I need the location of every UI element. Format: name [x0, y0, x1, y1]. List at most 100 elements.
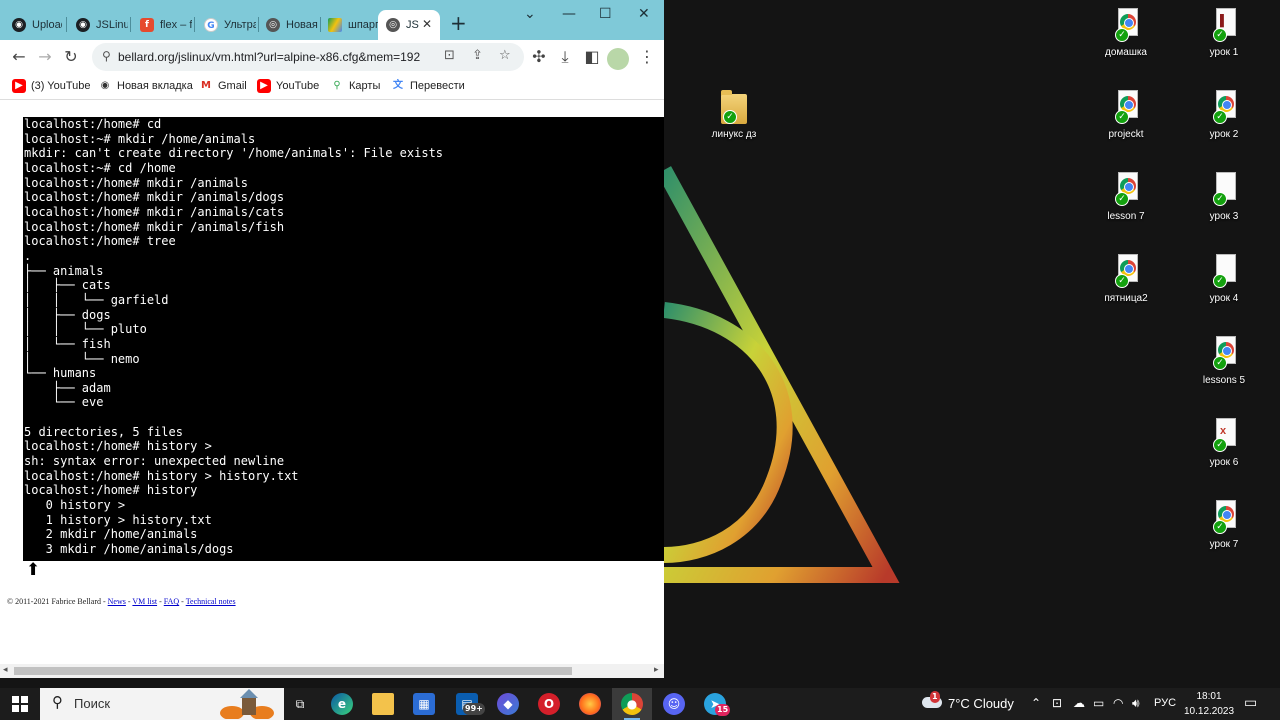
doc-icon: ▌ ✓ — [1209, 8, 1239, 44]
desktop-icon-urok-6[interactable]: x ✓ урок 6 — [1179, 418, 1269, 468]
tab-upload[interactable]: ◉ Upload — [4, 10, 62, 40]
tab-jslinux[interactable]: ◉ JSLinux — [68, 10, 128, 40]
chrome-doc-icon: ✓ — [1209, 90, 1239, 126]
close-window-button[interactable]: ✕ — [638, 6, 650, 22]
taskbar-search[interactable]: ⚲ Поиск — [40, 688, 284, 720]
meet-icon[interactable]: ⊡ — [1052, 696, 1062, 710]
reload-icon[interactable]: ↻ — [60, 46, 82, 68]
bookmark-youtube-3[interactable]: ▶ (3) YouTube — [12, 79, 91, 93]
horizontal-scrollbar[interactable]: ◂ ▸ — [0, 664, 664, 678]
taskbar-store[interactable]: ▦ — [404, 688, 444, 720]
menu-kebab-icon[interactable]: ⋮ — [636, 46, 658, 68]
chrome-doc-icon: ✓ — [1111, 254, 1141, 290]
scroll-right-icon[interactable]: ▸ — [654, 665, 659, 675]
desktop-icon-domashka[interactable]: ✓ домашка — [1081, 8, 1171, 58]
bookmark-label: Карты — [349, 80, 381, 92]
discord-icon: ☺ — [663, 693, 685, 715]
desktop-icon-urok-4[interactable]: ✓ урок 4 — [1179, 254, 1269, 304]
bookmark-star-icon[interactable]: ☆ — [499, 48, 511, 63]
weather-widget[interactable]: 7°C Cloudy 1 — [922, 691, 1014, 711]
bookmark-new-tab[interactable]: ◉ Новая вкладка — [98, 79, 193, 93]
desktop-icon-linux-dz[interactable]: ✓ линукс дз — [689, 90, 779, 140]
chrome-doc-icon: ✓ — [1111, 8, 1141, 44]
notification-badge: 99+ — [463, 703, 485, 715]
minimize-button[interactable]: — — [562, 6, 576, 22]
forward-arrow-icon[interactable]: → — [34, 46, 56, 68]
tab-flex[interactable]: f flex – f — [132, 10, 192, 40]
terminal-line: . — [24, 248, 32, 263]
github-icon: ◉ — [76, 18, 90, 32]
scroll-left-icon[interactable]: ◂ — [3, 665, 8, 675]
desktop-icon-urok-7[interactable]: ✓ урок 7 — [1179, 500, 1269, 550]
faq-link[interactable]: FAQ — [164, 597, 179, 606]
profile-avatar[interactable] — [607, 48, 629, 70]
terminal-line: localhost:/home# mkdir /animals — [24, 175, 248, 190]
bookmark-label: (3) YouTube — [31, 80, 91, 92]
tab-ultra[interactable]: G Ультра — [196, 10, 256, 40]
desktop-icon-projeckt[interactable]: ✓ projeckt — [1081, 90, 1171, 140]
vm-list-link[interactable]: VM list — [132, 597, 157, 606]
back-arrow-icon[interactable]: ← — [8, 46, 30, 68]
close-tab-icon[interactable]: ✕ — [422, 17, 432, 31]
windows-start-icon[interactable] — [12, 696, 28, 712]
browser-window: ◉ Upload ◉ JSLinux f flex – f G Ультра ◎… — [0, 0, 664, 678]
chevron-up-icon[interactable]: ⌃ — [1031, 696, 1041, 710]
maximize-button[interactable]: ☐ — [599, 6, 612, 22]
wifi-icon[interactable]: ◠ — [1113, 696, 1123, 710]
bookmark-label: Gmail — [218, 80, 247, 92]
search-placeholder: Поиск — [74, 696, 111, 711]
tab-new[interactable]: ◎ Новая — [258, 10, 318, 40]
taskbar-chrome[interactable]: ● — [612, 688, 652, 720]
tab-bar: ◉ Upload ◉ JSLinux f flex – f G Ультра ◎… — [0, 0, 664, 40]
tab-label: JS — [406, 19, 419, 31]
news-link[interactable]: News — [108, 597, 126, 606]
new-tab-button[interactable]: + — [450, 13, 467, 33]
task-view-button[interactable]: ⧉ — [280, 688, 320, 720]
tab-shparg[interactable]: шпарг — [320, 10, 378, 40]
taskbar-discord[interactable]: ☺ — [654, 688, 694, 720]
tab-js-active[interactable]: ◎ JS ✕ — [378, 10, 440, 40]
taskbar-explorer[interactable] — [363, 688, 403, 720]
maps-pin-icon: ⚲ — [333, 80, 341, 91]
terminal-line: │ ├── dogs — [24, 307, 111, 322]
side-panel-icon[interactable]: ◧ — [581, 46, 603, 68]
clock[interactable]: 18:01 10.12.2023 — [1184, 689, 1234, 719]
taskbar-app[interactable]: ◆ — [488, 688, 528, 720]
desktop-icon-lessons-5[interactable]: ✓ lessons 5 — [1179, 336, 1269, 386]
taskbar-firefox[interactable] — [570, 688, 610, 720]
site-info-icon[interactable]: ⚲ — [102, 49, 111, 63]
taskbar-opera[interactable]: O — [529, 688, 569, 720]
bookmark-translate[interactable]: 文 Перевести — [391, 79, 465, 93]
share-icon[interactable]: ⇪ — [472, 48, 483, 63]
desktop-icon-urok-2[interactable]: ✓ урок 2 — [1179, 90, 1269, 140]
bookmark-maps[interactable]: ⚲ Карты — [330, 79, 380, 93]
taskbar-edge[interactable]: e — [322, 688, 362, 720]
browser-toolbar: ← → ↻ ⚲ bellard.org/jslinux/vm.html?url=… — [0, 40, 664, 74]
notifications-icon[interactable]: ▭ — [1244, 695, 1257, 711]
taskbar-mail[interactable]: ▤ 99+ — [447, 688, 487, 720]
scrollbar-thumb[interactable] — [14, 667, 572, 675]
tab-label: Ультра — [224, 19, 256, 31]
extensions-icon[interactable]: ✣ — [528, 46, 550, 68]
language-indicator[interactable]: РУС — [1154, 697, 1176, 709]
address-bar[interactable]: ⚲ bellard.org/jslinux/vm.html?url=alpine… — [92, 43, 524, 71]
translate-icon[interactable]: ⊡ — [444, 48, 455, 63]
tab-search-icon[interactable]: ⌄ — [524, 6, 536, 22]
bookmark-youtube[interactable]: ▶ YouTube — [257, 79, 319, 93]
desktop-icon-urok-1[interactable]: ▌ ✓ урок 1 — [1179, 8, 1269, 58]
desktop-icon-pyatnitsa2[interactable]: ✓ пятница2 — [1081, 254, 1171, 304]
terminal[interactable]: localhost:/home# cd localhost:~# mkdir /h… — [23, 117, 664, 561]
bookmark-label: YouTube — [276, 80, 320, 92]
technical-notes-link[interactable]: Technical notes — [186, 597, 236, 606]
download-icon[interactable]: ⤓ — [554, 46, 576, 68]
volume-icon[interactable]: 🔊︎ — [1132, 696, 1140, 711]
chrome-icon: ◎ — [386, 18, 400, 32]
bookmark-gmail[interactable]: M Gmail — [199, 79, 247, 93]
battery-icon[interactable]: ▭ — [1093, 696, 1104, 710]
taskbar-telegram[interactable]: ➤ 15 — [695, 688, 735, 720]
cloud-sync-icon[interactable]: ☁ — [1073, 696, 1085, 710]
desktop-icon-urok-3[interactable]: ✓ урок 3 — [1179, 172, 1269, 222]
desktop-icon-lesson-7[interactable]: ✓ lesson 7 — [1081, 172, 1171, 222]
upload-icon[interactable]: ⬆ — [26, 560, 40, 580]
store-icon: ▦ — [413, 693, 435, 715]
